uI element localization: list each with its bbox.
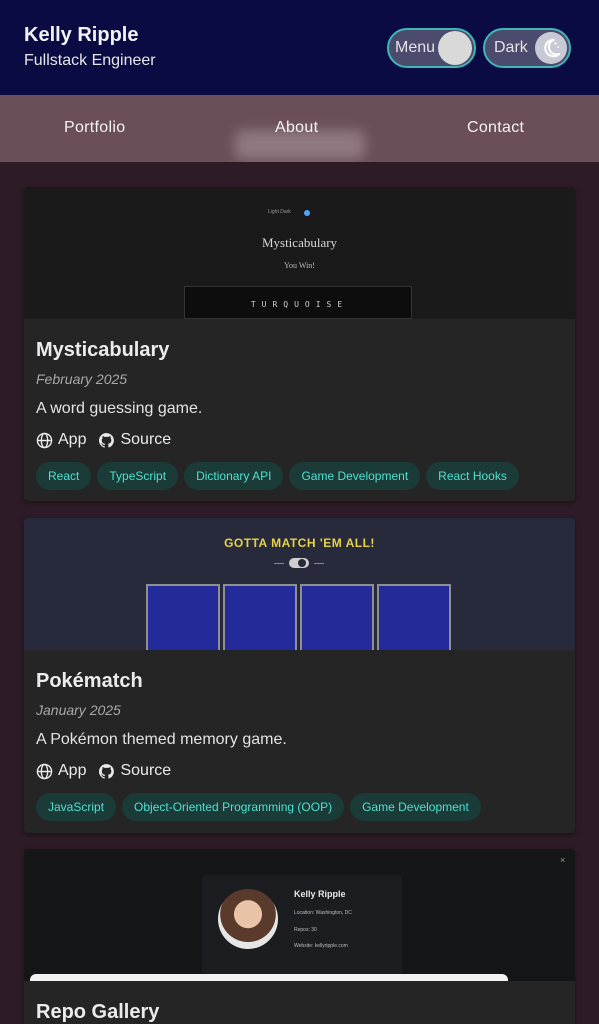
thumbnail-toggle-knob	[298, 559, 306, 567]
thumbnail-profile-repos: Repos: 30	[294, 927, 317, 933]
thumbnail-profile-website: Website: kellyripple.com	[294, 943, 348, 949]
thumbnail-title: GOTTA MATCH 'EM ALL!	[224, 536, 375, 550]
thumbnail-divider	[274, 563, 284, 564]
project-thumbnail[interactable]: GOTTA MATCH 'EM ALL!	[24, 518, 575, 650]
project-links: App Source	[36, 762, 171, 780]
source-link-label: Source	[120, 762, 172, 779]
menu-toggle[interactable]: Menu	[387, 28, 476, 68]
project-tags: React TypeScript Dictionary API Game Dev…	[36, 462, 519, 490]
thumbnail-search-bar	[30, 974, 508, 981]
app-link-label: App	[58, 762, 87, 779]
tag-react: React	[36, 462, 92, 490]
memory-card	[223, 584, 297, 650]
theme-toggle[interactable]: Dark	[483, 28, 571, 68]
tag-dictionary-api: Dictionary API	[184, 462, 284, 490]
site-owner-role: Fullstack Engineer	[24, 52, 156, 69]
moon-icon	[544, 38, 561, 58]
tag-oop: Object-Oriented Programming (OOP)	[122, 793, 345, 821]
project-links: App Source	[36, 431, 171, 449]
project-title: Pokématch	[36, 670, 143, 692]
project-card-mysticabulary: Light Dark Mysticabulary You Win! TURQUO…	[24, 187, 575, 501]
github-icon	[99, 432, 115, 448]
nav-item-contact[interactable]: Contact	[467, 119, 524, 137]
theme-toggle-label: Dark	[494, 39, 528, 56]
project-date: January 2025	[36, 702, 121, 718]
project-title: Repo Gallery	[36, 1001, 160, 1023]
project-card-repo-gallery: × Kelly Ripple Location: Washington, DC …	[24, 849, 575, 1024]
project-title: Mysticabulary	[36, 339, 170, 361]
menu-toggle-knob	[438, 31, 472, 65]
theme-toggle-knob	[535, 32, 567, 64]
thumbnail-toggle-dot	[304, 210, 310, 216]
source-link[interactable]: Source	[98, 431, 171, 449]
main-nav: Portfolio About Contact	[0, 95, 599, 162]
app-link[interactable]: App	[36, 431, 86, 449]
nav-item-about[interactable]: About	[275, 119, 318, 137]
thumbnail-subtitle: You Win!	[284, 261, 315, 270]
tag-react-hooks: React Hooks	[426, 462, 519, 490]
thumbnail-divider	[314, 563, 324, 564]
tag-game-development: Game Development	[350, 793, 481, 821]
site-header: Kelly Ripple Fullstack Engineer Menu Dar…	[0, 0, 599, 95]
avatar	[218, 889, 278, 949]
source-link-label: Source	[120, 431, 172, 448]
app-link[interactable]: App	[36, 762, 86, 780]
memory-card	[377, 584, 451, 650]
nav-item-portfolio[interactable]: Portfolio	[64, 119, 125, 137]
menu-toggle-label: Menu	[395, 39, 436, 56]
source-link[interactable]: Source	[98, 762, 171, 780]
tag-javascript: JavaScript	[36, 793, 117, 821]
thumbnail-word: TURQUOISE	[250, 300, 349, 309]
project-thumbnail[interactable]: × Kelly Ripple Location: Washington, DC …	[24, 849, 575, 981]
close-icon: ×	[560, 855, 566, 865]
project-date: February 2025	[36, 371, 128, 387]
thumbnail-toggle	[289, 558, 309, 568]
site-owner-name: Kelly Ripple	[24, 24, 139, 46]
globe-icon	[36, 763, 53, 779]
project-description: A Pokémon themed memory game.	[36, 731, 287, 748]
globe-icon	[36, 432, 53, 448]
tag-typescript: TypeScript	[97, 462, 179, 490]
thumbnail-profile-name: Kelly Ripple	[294, 889, 346, 899]
thumbnail-profile-location: Location: Washington, DC	[294, 910, 352, 916]
project-description: A word guessing game.	[36, 400, 203, 417]
app-link-label: App	[58, 431, 87, 448]
memory-card	[300, 584, 374, 650]
github-icon	[99, 763, 115, 779]
thumbnail-topbar: Light Dark	[268, 209, 291, 215]
thumbnail-title: Mysticabulary	[261, 235, 338, 250]
tag-game-development: Game Development	[289, 462, 421, 490]
memory-card	[146, 584, 220, 650]
project-card-pokematch: GOTTA MATCH 'EM ALL! Pokématch January 2…	[24, 518, 575, 833]
project-thumbnail[interactable]: Light Dark Mysticabulary You Win! TURQUO…	[24, 187, 575, 319]
project-tags: JavaScript Object-Oriented Programming (…	[36, 793, 481, 821]
